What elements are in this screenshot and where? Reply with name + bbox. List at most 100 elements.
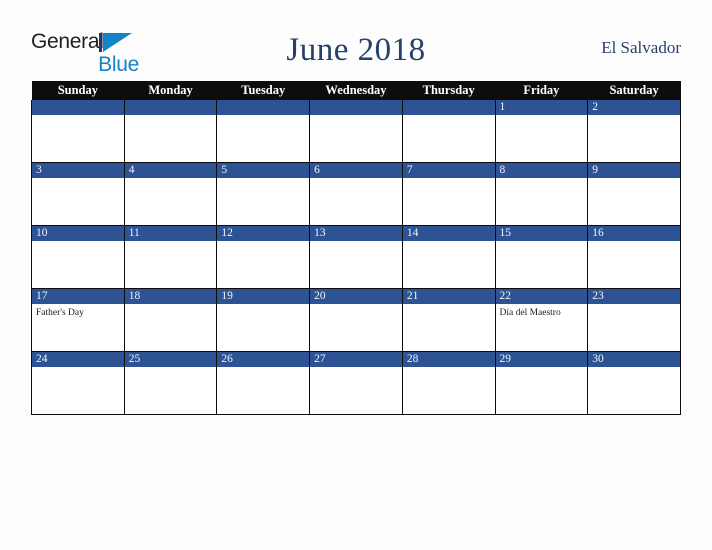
day-content[interactable]	[588, 241, 680, 287]
calendar-day-cell[interactable]: 8	[494, 162, 589, 226]
calendar-day-cell[interactable]: 4	[123, 162, 218, 226]
calendar-day-cell[interactable]: 29	[494, 351, 589, 415]
day-content[interactable]	[32, 241, 124, 287]
day-content[interactable]	[496, 115, 588, 161]
day-number: 28	[402, 352, 495, 367]
weekday-header-friday: Friday	[495, 81, 588, 100]
day-number: 13	[310, 226, 402, 241]
day-content[interactable]: Día del Maestro	[496, 304, 588, 350]
day-content[interactable]	[496, 178, 588, 224]
day-number: 4	[124, 163, 217, 178]
day-content[interactable]	[125, 367, 217, 413]
calendar-day-cell[interactable]: 14	[401, 225, 496, 289]
calendar-day-cell[interactable]: 16	[587, 225, 681, 289]
calendar-page: General Blue June 2018 El Salvador Sunda…	[0, 0, 712, 550]
calendar-day-cell[interactable]: 18	[123, 288, 218, 352]
calendar-week-row: 1 2	[31, 100, 681, 163]
day-content[interactable]	[32, 115, 124, 161]
calendar-day-cell[interactable]	[401, 100, 496, 163]
page-header: General Blue June 2018 El Salvador	[31, 26, 681, 78]
day-content[interactable]	[310, 178, 402, 224]
day-content[interactable]	[310, 367, 402, 413]
day-content[interactable]	[496, 241, 588, 287]
calendar-day-cell[interactable]: 24	[31, 351, 125, 415]
weekday-header-monday: Monday	[124, 81, 217, 100]
calendar-day-cell[interactable]: 21	[401, 288, 496, 352]
day-content[interactable]	[125, 304, 217, 350]
day-number: 3	[32, 163, 124, 178]
calendar-day-cell[interactable]: 28	[401, 351, 496, 415]
page-title: June 2018	[286, 32, 426, 68]
day-event: Father's Day	[36, 308, 84, 318]
calendar-day-cell[interactable]	[31, 100, 125, 163]
calendar-day-cell[interactable]: 22 Día del Maestro	[494, 288, 589, 352]
day-number: 25	[124, 352, 217, 367]
calendar-day-cell[interactable]: 7	[401, 162, 496, 226]
region-label: El Salvador	[601, 38, 681, 57]
day-number	[402, 100, 495, 115]
calendar-day-cell[interactable]: 15	[494, 225, 589, 289]
weekday-header-wednesday: Wednesday	[309, 81, 403, 100]
day-number: 14	[402, 226, 495, 241]
calendar-day-cell[interactable]: 26	[216, 351, 311, 415]
calendar-day-cell[interactable]: 3	[31, 162, 125, 226]
day-number: 21	[402, 289, 495, 304]
calendar-day-cell[interactable]	[309, 100, 403, 163]
weekday-header-sunday: Sunday	[31, 81, 125, 100]
calendar-day-cell[interactable]: 6	[309, 162, 403, 226]
day-content[interactable]	[217, 178, 309, 224]
weekday-header-thursday: Thursday	[402, 81, 496, 100]
day-content[interactable]	[217, 367, 309, 413]
day-content[interactable]	[217, 115, 309, 161]
day-content[interactable]	[588, 115, 680, 161]
calendar-day-cell[interactable]: 12	[216, 225, 311, 289]
day-content[interactable]	[403, 304, 495, 350]
day-content[interactable]	[310, 304, 402, 350]
calendar-day-cell[interactable]: 11	[123, 225, 218, 289]
day-content[interactable]	[496, 367, 588, 413]
day-content[interactable]	[32, 178, 124, 224]
day-content[interactable]	[403, 367, 495, 413]
day-number: 1	[495, 100, 588, 115]
day-content[interactable]	[403, 115, 495, 161]
calendar-day-cell[interactable]: 1	[494, 100, 589, 163]
weekday-header-tuesday: Tuesday	[216, 81, 310, 100]
day-content[interactable]	[217, 304, 309, 350]
day-content[interactable]	[588, 178, 680, 224]
day-content[interactable]	[217, 241, 309, 287]
day-number: 2	[588, 100, 680, 115]
day-content[interactable]	[403, 178, 495, 224]
calendar-day-cell[interactable]: 27	[309, 351, 403, 415]
day-content[interactable]	[403, 241, 495, 287]
calendar-day-cell[interactable]: 9	[587, 162, 681, 226]
calendar-day-cell[interactable]	[216, 100, 311, 163]
day-number: 22	[495, 289, 588, 304]
calendar-day-cell[interactable]: 17 Father's Day	[31, 288, 125, 352]
calendar-day-cell[interactable]: 25	[123, 351, 218, 415]
calendar-body: 1 2 3 4 5 6 7 8 9 10 11 12 13 14 15 16 1…	[31, 100, 681, 415]
calendar-day-cell[interactable]: 20	[309, 288, 403, 352]
day-content[interactable]	[588, 367, 680, 413]
calendar-day-cell[interactable]: 5	[216, 162, 311, 226]
day-content[interactable]	[125, 241, 217, 287]
calendar-day-cell[interactable]: 19	[216, 288, 311, 352]
day-content[interactable]	[32, 367, 124, 413]
day-number: 24	[32, 352, 124, 367]
calendar-day-cell[interactable]: 23	[587, 288, 681, 352]
calendar-day-cell[interactable]: 13	[309, 225, 403, 289]
day-number: 26	[217, 352, 310, 367]
calendar-day-cell[interactable]: 2	[587, 100, 681, 163]
day-content[interactable]	[125, 178, 217, 224]
day-content[interactable]	[588, 304, 680, 350]
day-content[interactable]	[310, 241, 402, 287]
weekday-header-row: Sunday Monday Tuesday Wednesday Thursday…	[31, 81, 681, 100]
day-number: 27	[310, 352, 402, 367]
day-number: 12	[217, 226, 310, 241]
calendar-day-cell[interactable]: 10	[31, 225, 125, 289]
day-content[interactable]: Father's Day	[32, 304, 124, 350]
calendar-grid: Sunday Monday Tuesday Wednesday Thursday…	[31, 81, 681, 415]
calendar-day-cell[interactable]: 30	[587, 351, 681, 415]
calendar-day-cell[interactable]	[123, 100, 218, 163]
day-content[interactable]	[310, 115, 402, 161]
day-content[interactable]	[125, 115, 217, 161]
